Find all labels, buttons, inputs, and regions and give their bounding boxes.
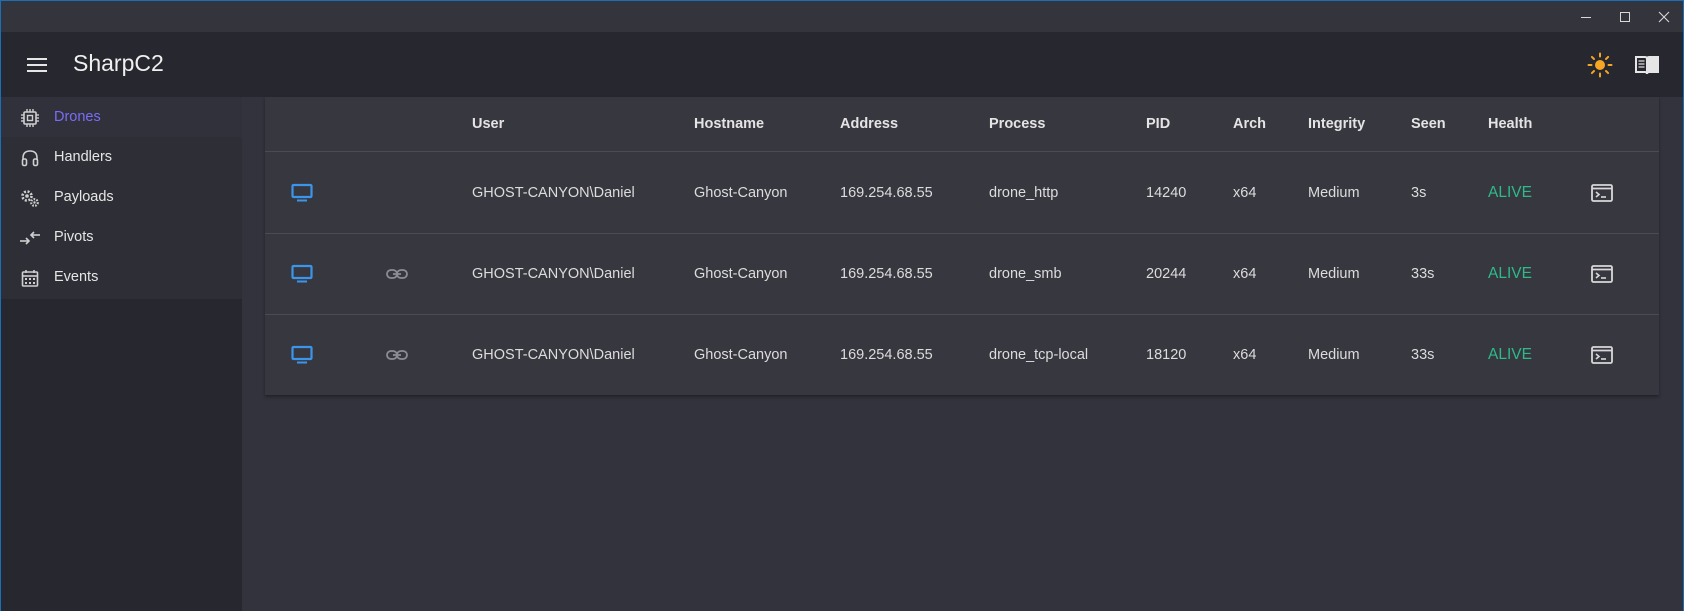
- main-content: User Hostname Address Process PID Arch I…: [242, 97, 1683, 611]
- sidebar-item-payloads[interactable]: Payloads: [1, 177, 242, 217]
- cell-integrity: Medium: [1308, 266, 1360, 282]
- terminal-button[interactable]: [1588, 341, 1616, 369]
- table-row[interactable]: GHOST-CANYON\Daniel Ghost-Canyon 169.254…: [265, 234, 1659, 315]
- cell-integrity: Medium: [1308, 185, 1360, 201]
- cell-address: 169.254.68.55: [840, 347, 933, 363]
- column-header-pid[interactable]: PID: [1146, 116, 1170, 132]
- monitor-icon[interactable]: [288, 341, 316, 369]
- app-title: SharpC2: [73, 50, 164, 76]
- cell-user: GHOST-CANYON\Daniel: [472, 185, 635, 201]
- app-bar: SharpC2: [1, 32, 1683, 97]
- gears-icon: [19, 187, 41, 209]
- column-header-arch[interactable]: Arch: [1233, 116, 1266, 132]
- table-row[interactable]: GHOST-CANYON\Daniel Ghost-Canyon 169.254…: [265, 153, 1659, 234]
- sidebar-item-label: Events: [54, 269, 99, 285]
- close-button[interactable]: [1641, 1, 1684, 32]
- cell-seen: 33s: [1411, 266, 1435, 282]
- sidebar-item-handlers[interactable]: Handlers: [1, 137, 242, 177]
- column-header-user[interactable]: User: [472, 116, 504, 132]
- sidebar-item-label: Pivots: [54, 229, 94, 245]
- cell-integrity: Medium: [1308, 347, 1360, 363]
- headset-icon: [19, 147, 41, 169]
- column-header-seen[interactable]: Seen: [1411, 116, 1446, 132]
- theme-toggle-button[interactable]: [1585, 50, 1615, 80]
- cell-address: 169.254.68.55: [840, 185, 933, 201]
- maximize-icon: [1620, 11, 1630, 22]
- link-icon: [383, 260, 411, 288]
- cell-process: drone_smb: [989, 266, 1062, 282]
- sidebar-item-label: Handlers: [54, 149, 113, 165]
- sidebar-item-label: Payloads: [54, 189, 114, 205]
- sun-icon: [1587, 52, 1613, 78]
- cell-pid: 20244: [1146, 266, 1187, 282]
- docs-button[interactable]: [1632, 50, 1662, 80]
- column-header-health[interactable]: Health: [1488, 116, 1532, 132]
- menu-icon: [27, 58, 47, 72]
- terminal-icon: [1591, 346, 1613, 364]
- cell-seen: 33s: [1411, 347, 1435, 363]
- cell-seen: 3s: [1411, 185, 1427, 201]
- chip-icon: [19, 107, 41, 129]
- drones-table: User Hostname Address Process PID Arch I…: [265, 97, 1659, 395]
- cell-hostname: Ghost-Canyon: [694, 347, 788, 363]
- column-header-hostname[interactable]: Hostname: [694, 116, 764, 132]
- cell-arch: x64: [1233, 185, 1257, 201]
- cell-arch: x64: [1233, 347, 1257, 363]
- close-icon: [1658, 11, 1670, 22]
- monitor-icon[interactable]: [288, 260, 316, 288]
- monitor-icon[interactable]: [288, 179, 316, 207]
- cell-pid: 18120: [1146, 347, 1187, 363]
- calendar-icon: [19, 267, 41, 289]
- menu-button[interactable]: [19, 50, 55, 80]
- terminal-icon: [1591, 184, 1613, 202]
- sidebar-nav: Drones Handlers Payloads Pivots Events: [1, 97, 242, 299]
- link-icon: [383, 341, 411, 369]
- book-icon: [1635, 56, 1659, 75]
- cell-address: 169.254.68.55: [840, 266, 933, 282]
- column-header-address[interactable]: Address: [840, 116, 898, 132]
- window-titlebar: [1, 1, 1683, 32]
- cell-health: ALIVE: [1488, 184, 1532, 201]
- minimize-icon: [1581, 16, 1591, 18]
- terminal-button[interactable]: [1588, 260, 1616, 288]
- cell-health: ALIVE: [1488, 346, 1532, 363]
- table-header: User Hostname Address Process PID Arch I…: [265, 97, 1659, 152]
- sidebar: Drones Handlers Payloads Pivots Events: [1, 97, 242, 611]
- cell-health: ALIVE: [1488, 265, 1532, 282]
- terminal-icon: [1591, 265, 1613, 283]
- table-row[interactable]: GHOST-CANYON\Daniel Ghost-Canyon 169.254…: [265, 315, 1659, 396]
- cell-user: GHOST-CANYON\Daniel: [472, 266, 635, 282]
- sidebar-item-drones[interactable]: Drones: [1, 97, 242, 137]
- cell-process: drone_http: [989, 185, 1059, 201]
- cell-hostname: Ghost-Canyon: [694, 185, 788, 201]
- sidebar-item-pivots[interactable]: Pivots: [1, 217, 242, 257]
- app-window: SharpC2 Drones Handlers Payloads Pivots …: [0, 0, 1684, 611]
- cell-pid: 14240: [1146, 185, 1187, 201]
- cell-user: GHOST-CANYON\Daniel: [472, 347, 635, 363]
- terminal-button[interactable]: [1588, 179, 1616, 207]
- cell-hostname: Ghost-Canyon: [694, 266, 788, 282]
- cell-arch: x64: [1233, 266, 1257, 282]
- sidebar-item-label: Drones: [54, 109, 101, 125]
- arrows-swap-icon: [19, 227, 41, 249]
- column-header-process[interactable]: Process: [989, 116, 1045, 132]
- cell-process: drone_tcp-local: [989, 347, 1089, 363]
- column-header-integrity[interactable]: Integrity: [1308, 116, 1365, 132]
- sidebar-item-events[interactable]: Events: [1, 257, 242, 297]
